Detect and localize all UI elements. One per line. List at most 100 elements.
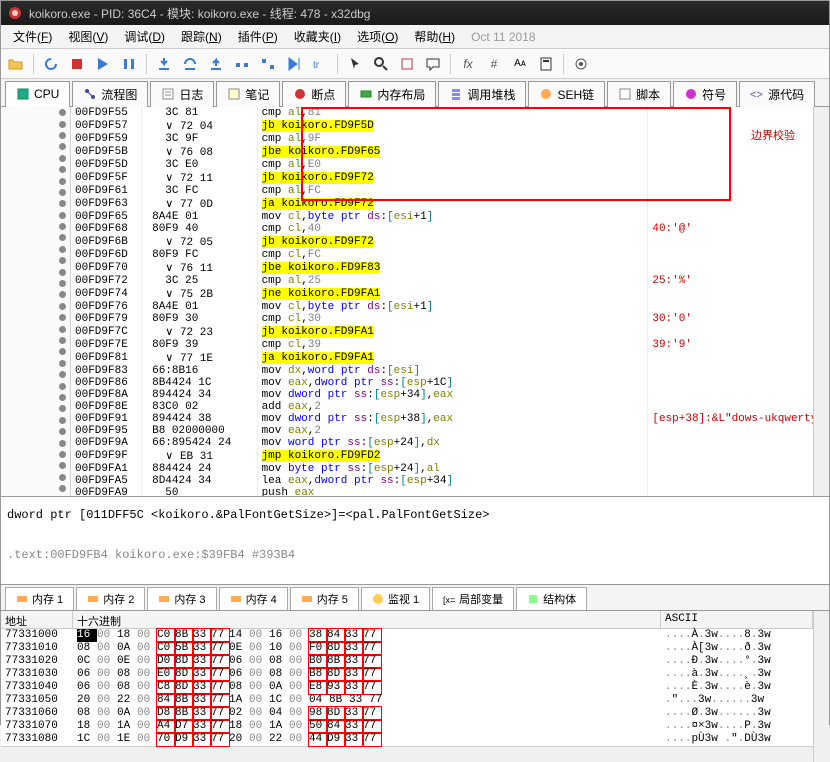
comment-boundary: 边界校验	[751, 127, 795, 143]
dump-row[interactable]: 773310801C001E0070D933772000220044D93377…	[1, 733, 813, 746]
menu-收藏夹[interactable]: 收藏夹(I)	[286, 28, 349, 46]
disasm-row[interactable]: 00FD9F8A 894424 34mov dword ptr ss:[esp+…	[71, 389, 829, 401]
tab-graph[interactable]: 流程图	[72, 81, 148, 107]
tab-seh[interactable]: SEH链	[528, 81, 605, 107]
menu-插件[interactable]: 插件(P)	[230, 28, 286, 46]
tab-log[interactable]: 日志	[150, 81, 214, 107]
run-to-icon[interactable]	[283, 53, 305, 75]
step-over-icon[interactable]	[179, 53, 201, 75]
disasm-scrollbar[interactable]	[813, 107, 829, 496]
disasm-row[interactable]: 00FD9F8E 83C0 02add eax,2	[71, 401, 829, 413]
dump-tab-6[interactable]: [x=]局部变量	[432, 587, 514, 610]
menu-视图[interactable]: 视图(V)	[60, 28, 116, 46]
disasm-row[interactable]: 00FD9F83 66:8B16mov dx,word ptr ds:[esi]	[71, 365, 829, 377]
disasm-row[interactable]: 00FD9F72 3C 25cmp al,2525:'%'	[71, 275, 829, 287]
menu-选项[interactable]: 选项(O)	[349, 28, 406, 46]
disasm-row[interactable]: 00FD9F68 80F9 40cmp cl,4040:'@'	[71, 223, 829, 235]
disasm-row[interactable]: 00FD9F57 ∨ 72 04jb koikoro.FD9F5D	[71, 119, 829, 133]
dump-row[interactable]: 773310200C000E00D08D337706000800B08B3377…	[1, 655, 813, 668]
hash-icon[interactable]: #	[483, 53, 505, 75]
dump-row[interactable]: 7733101008000A00C05B33770E001000F08D3377…	[1, 642, 813, 655]
menu-跟踪[interactable]: 跟踪(N)	[173, 28, 230, 46]
folder-open-icon[interactable]	[5, 53, 27, 75]
comment-icon[interactable]	[422, 53, 444, 75]
tab-cpu[interactable]: CPU	[5, 81, 70, 107]
dump-row[interactable]: 7733100016001800C08B33771400160038843377…	[1, 629, 813, 642]
run-icon[interactable]	[92, 53, 114, 75]
disasm-row[interactable]: 00FD9F81 ∨ 77 1Eja koikoro.FD9FA1	[71, 351, 829, 365]
menu-文件[interactable]: 文件(F)	[5, 28, 60, 46]
menu-调试[interactable]: 调试(D)	[116, 28, 173, 46]
trace-over-icon[interactable]	[257, 53, 279, 75]
fx-icon[interactable]: fx	[457, 53, 479, 75]
dump-tab-3[interactable]: 内存 4	[219, 587, 288, 610]
dump-tab-1[interactable]: 内存 2	[76, 587, 145, 610]
settings-icon[interactable]	[570, 53, 592, 75]
disasm-row[interactable]: 00FD9FA1 884424 24mov byte ptr ss:[esp+2…	[71, 463, 829, 475]
tab-sym[interactable]: 符号	[673, 81, 737, 107]
tab-notes[interactable]: 笔记	[216, 81, 280, 107]
disasm-gutter	[1, 107, 71, 496]
disasm-row[interactable]: 00FD9F9F ∨ EB 31jmp koikoro.FD9FD2	[71, 449, 829, 463]
disasm-row[interactable]: 00FD9F61 3C FCcmp al,FC	[71, 185, 829, 197]
search-icon[interactable]	[370, 53, 392, 75]
step-out-icon[interactable]	[205, 53, 227, 75]
dump-row[interactable]: 7733105020002200848B33771A001C00048B3377…	[1, 694, 813, 707]
dump-scrollbar-v[interactable]	[813, 611, 829, 762]
restart-icon[interactable]	[40, 53, 62, 75]
disasm-row[interactable]: 00FD9F65 8A4E 01mov cl,byte ptr ds:[esi+…	[71, 211, 829, 223]
font-icon[interactable]: Aᴀ	[509, 53, 531, 75]
disasm-row[interactable]: 00FD9F86 8B4424 1Cmov eax,dword ptr ss:[…	[71, 377, 829, 389]
tab-script[interactable]: 脚本	[607, 81, 671, 107]
disasm-row[interactable]: 00FD9F5F ∨ 72 11jb koikoro.FD9F72	[71, 171, 829, 185]
tab-src[interactable]: <>源代码	[739, 81, 815, 107]
patches-icon[interactable]	[396, 53, 418, 75]
disasm-row[interactable]: 00FD9F7E 80F9 39cmp cl,3939:'9'	[71, 339, 829, 351]
dump-row[interactable]: 7733106008000A00D88B337702000400988D3377…	[1, 707, 813, 720]
disasm-row[interactable]: 00FD9F70 ∨ 76 11jbe koikoro.FD9F83	[71, 261, 829, 275]
disasm-row[interactable]: 00FD9F5D 3C E0cmp al,E0	[71, 159, 829, 171]
disasm-row[interactable]: 00FD9F76 8A4E 01mov cl,byte ptr ds:[esi+…	[71, 301, 829, 313]
dump-tab-4[interactable]: 内存 5	[290, 587, 359, 610]
disasm-row[interactable]: 00FD9F9A 66:895424 24mov word ptr ss:[es…	[71, 437, 829, 449]
tab-stack[interactable]: 调用堆栈	[438, 81, 526, 107]
disasm-row[interactable]: 00FD9F63 ∨ 77 0Dja koikoro.FD9F72	[71, 197, 829, 211]
disasm-panel[interactable]: 00FD9F55 3C 81cmp al,8100FD9F57 ∨ 72 04j…	[1, 107, 829, 497]
app-icon	[7, 5, 23, 21]
step-into-icon[interactable]	[153, 53, 175, 75]
disasm-row[interactable]: 00FD9FA9 50push eax	[71, 487, 829, 496]
stop-icon[interactable]	[66, 53, 88, 75]
disasm-row[interactable]: 00FD9F55 3C 81cmp al,81	[71, 107, 829, 119]
disasm-table[interactable]: 00FD9F55 3C 81cmp al,8100FD9F57 ∨ 72 04j…	[71, 107, 829, 496]
til-ret-icon[interactable]: tr	[309, 53, 331, 75]
dump-row[interactable]: 7733103006000800E08D337706000800B88D3377…	[1, 668, 813, 681]
tab-bp[interactable]: 断点	[282, 81, 346, 107]
menu-帮助[interactable]: 帮助(H)	[406, 28, 463, 46]
disasm-row[interactable]: 00FD9F5B ∨ 76 08jbe koikoro.FD9F65	[71, 145, 829, 159]
dump-panel[interactable]: 地址 十六进制 ASCII 7733100016001800C08B337714…	[1, 611, 829, 762]
dump-tab-2[interactable]: 内存 3	[147, 587, 216, 610]
disasm-row[interactable]: 00FD9F95 B8 02000000mov eax,2	[71, 425, 829, 437]
pause-icon[interactable]	[118, 53, 140, 75]
trace-into-icon[interactable]	[231, 53, 253, 75]
menubar: 文件(F)视图(V)调试(D)跟踪(N)插件(P)收藏夹(I)选项(O)帮助(H…	[1, 25, 829, 49]
window-title: koikoro.exe - PID: 36C4 - 模块: koikoro.ex…	[29, 5, 370, 22]
disasm-row[interactable]: 00FD9F6B ∨ 72 05jb koikoro.FD9F72	[71, 235, 829, 249]
tab-mem[interactable]: 内存布局	[348, 81, 436, 107]
disasm-row[interactable]: 00FD9F74 ∨ 75 2Bjne koikoro.FD9FA1	[71, 287, 829, 301]
dump-tab-5[interactable]: 监视 1	[361, 587, 430, 610]
disasm-row[interactable]: 00FD9FA5 8D4424 34lea eax,dword ptr ss:[…	[71, 475, 829, 487]
calc-icon[interactable]	[535, 53, 557, 75]
disasm-row[interactable]: 00FD9F6D 80F9 FCcmp cl,FC	[71, 249, 829, 261]
dump-scrollbar-h[interactable]	[1, 746, 813, 762]
disasm-row[interactable]: 00FD9F7C ∨ 72 23jb koikoro.FD9FA1	[71, 325, 829, 339]
cursor-icon[interactable]	[344, 53, 366, 75]
dump-tab-0[interactable]: 内存 1	[5, 587, 74, 610]
dump-row[interactable]: 7733104006000800C88D337708000A00E8933377…	[1, 681, 813, 694]
dump-header-hex: 十六进制	[73, 611, 661, 628]
dump-row[interactable]: 7733107018001A00A4D7337718001A0050843377…	[1, 720, 813, 733]
dump-tab-7[interactable]: 结构体	[516, 587, 587, 610]
disasm-row[interactable]: 00FD9F91 894424 38mov dword ptr ss:[esp+…	[71, 413, 829, 425]
disasm-row[interactable]: 00FD9F59 3C 9Fcmp al,9F	[71, 133, 829, 145]
disasm-row[interactable]: 00FD9F79 80F9 30cmp cl,3030:'0'	[71, 313, 829, 325]
